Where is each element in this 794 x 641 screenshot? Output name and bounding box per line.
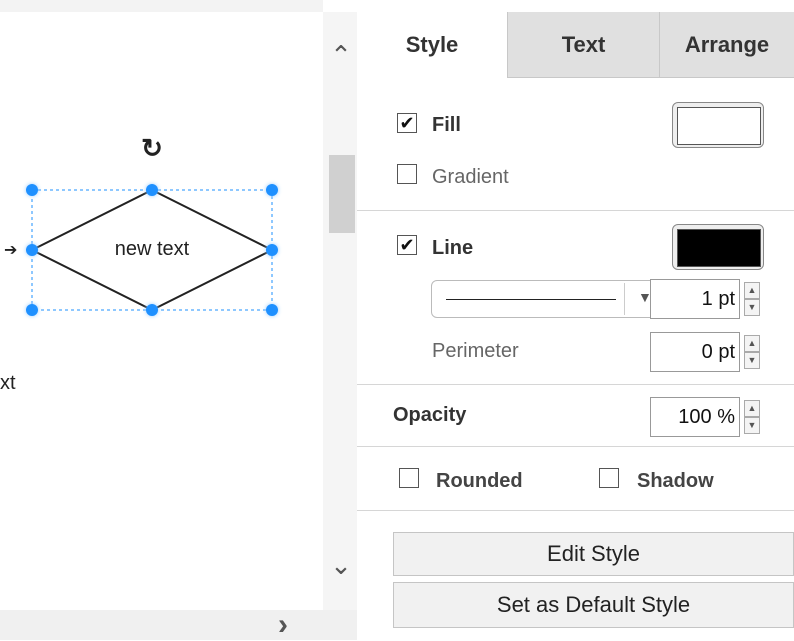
resize-handle-right[interactable] [266, 244, 278, 256]
step-up-icon[interactable]: ▲ [744, 282, 760, 299]
opacity-stepper[interactable]: ▲ ▼ [744, 400, 760, 434]
select-divider [624, 283, 625, 315]
vertical-scrollbar[interactable] [323, 12, 357, 610]
rounded-checkbox[interactable] [399, 468, 419, 488]
scroll-right-icon[interactable]: › [270, 610, 296, 640]
fill-label: Fill [432, 114, 461, 136]
perimeter-stepper[interactable]: ▲ ▼ [744, 335, 760, 369]
resize-handle-bottom-right[interactable] [266, 304, 278, 316]
line-width-input[interactable]: 1 pt [650, 279, 740, 319]
resize-handle-top-left[interactable] [26, 184, 38, 196]
partial-canvas-text: xt [0, 372, 16, 394]
rotate-handle-icon[interactable]: ↻ [139, 135, 165, 161]
fill-checkbox[interactable]: ✔ [397, 113, 417, 133]
gradient-label: Gradient [432, 166, 509, 188]
step-down-icon[interactable]: ▼ [744, 417, 760, 434]
canvas-top-border [0, 0, 323, 12]
tab-arrange[interactable]: Arrange [659, 12, 794, 78]
line-width-stepper[interactable]: ▲ ▼ [744, 282, 760, 316]
tab-style[interactable]: Style [357, 12, 507, 78]
line-checkbox[interactable]: ✔ [397, 235, 417, 255]
opacity-label: Opacity [393, 404, 467, 426]
line-color-swatch [677, 229, 761, 267]
fill-color-swatch [677, 107, 761, 145]
scroll-up-icon[interactable]: ⌃ [328, 42, 354, 68]
incoming-edge-arrow-icon: ➔ [4, 242, 18, 259]
perimeter-label: Perimeter [432, 340, 519, 362]
line-pattern-select[interactable]: ▼ [431, 280, 661, 318]
divider [357, 510, 794, 511]
gradient-checkbox[interactable] [397, 164, 417, 184]
opacity-input[interactable]: 100 % [650, 397, 740, 437]
step-down-icon[interactable]: ▼ [744, 299, 760, 316]
line-pattern-preview [446, 299, 616, 300]
shape-label: new text [114, 238, 190, 260]
scroll-down-icon[interactable]: ⌄ [328, 552, 354, 578]
set-default-style-button[interactable]: Set as Default Style [393, 582, 794, 628]
shadow-checkbox[interactable] [599, 468, 619, 488]
resize-handle-top-right[interactable] [266, 184, 278, 196]
line-color-button[interactable] [672, 224, 764, 270]
resize-handle-bottom-left[interactable] [26, 304, 38, 316]
step-up-icon[interactable]: ▲ [744, 400, 760, 417]
step-down-icon[interactable]: ▼ [744, 352, 760, 369]
divider [357, 384, 794, 385]
edit-style-button[interactable]: Edit Style [393, 532, 794, 576]
shadow-label: Shadow [637, 470, 714, 492]
resize-handle-left[interactable] [26, 244, 38, 256]
resize-handle-bottom[interactable] [146, 304, 158, 316]
perimeter-input[interactable]: 0 pt [650, 332, 740, 372]
fill-color-button[interactable] [672, 102, 764, 148]
step-up-icon[interactable]: ▲ [744, 335, 760, 352]
resize-handle-top[interactable] [146, 184, 158, 196]
divider [357, 210, 794, 211]
vertical-scrollbar-thumb[interactable] [329, 155, 355, 233]
horizontal-scrollbar[interactable] [0, 610, 357, 640]
divider [357, 446, 794, 447]
rounded-label: Rounded [436, 470, 523, 492]
tab-text[interactable]: Text [507, 12, 659, 78]
line-label: Line [432, 237, 474, 259]
